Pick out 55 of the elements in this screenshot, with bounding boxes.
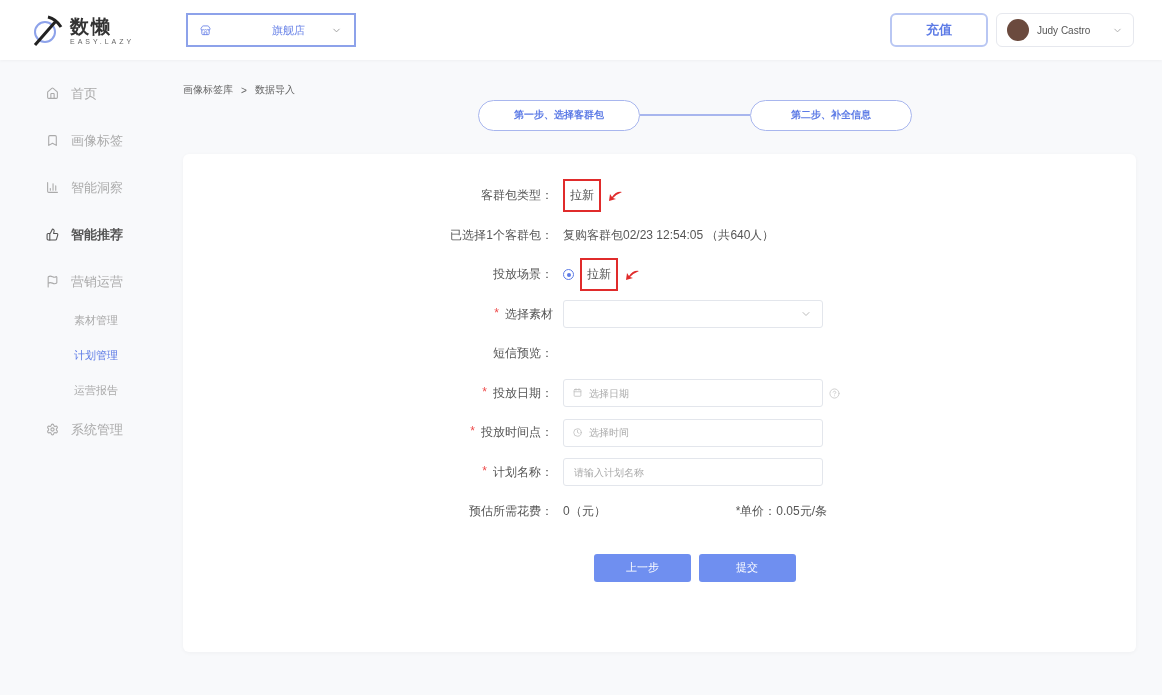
form-button[interactable]: 上一步	[593, 553, 691, 582]
required-mark: *	[482, 384, 487, 401]
sidebar-subitem[interactable]: 素材管理	[46, 313, 170, 330]
settings-icon	[46, 423, 59, 436]
logo-name: 数懒	[70, 15, 113, 38]
sidebar-subitem[interactable]: 运营报告	[46, 383, 170, 400]
bookmark-icon	[46, 134, 59, 147]
step-indicator: 第二步、补全信息	[749, 99, 912, 131]
clock-icon	[573, 427, 582, 437]
radio-label: 拉新	[580, 258, 618, 292]
avatar	[1007, 19, 1029, 41]
store-selector[interactable]: 旗舰店	[186, 13, 356, 47]
required-mark: *	[494, 305, 499, 322]
flag-icon	[46, 275, 59, 288]
field-label: 投放时间点：	[481, 424, 553, 442]
cost-value: 0（元）	[563, 503, 606, 521]
field-label: 已选择1个客群包：	[450, 226, 553, 244]
field-label: 短信预览：	[493, 345, 553, 363]
required-mark: *	[482, 463, 487, 480]
step-indicator: 第一步、选择客群包	[477, 99, 640, 131]
breadcrumb-link[interactable]: 画像标签库	[183, 83, 233, 97]
sidebar-subitem[interactable]: 计划管理	[46, 348, 170, 365]
field-label: 选择素材	[505, 305, 553, 323]
field-label: 投放日期：	[493, 384, 553, 402]
home-icon	[46, 87, 59, 100]
thumbs-up-icon	[46, 228, 59, 241]
annotation-arrow-icon	[624, 268, 640, 281]
input-field[interactable]: 选择时间	[563, 418, 823, 447]
field-value: 复购客群包02/23 12:54:05 （共640人）	[563, 226, 775, 244]
form-button[interactable]: 提交	[698, 553, 796, 582]
calendar-icon	[573, 388, 582, 398]
breadcrumb-separator: >	[241, 84, 247, 96]
sidebar-item[interactable]: 智能洞察	[46, 176, 170, 199]
breadcrumb-link[interactable]: 数据导入	[254, 83, 295, 97]
field-label: 客群包类型：	[481, 187, 553, 205]
recharge-button[interactable]: 充值	[890, 13, 988, 47]
store-icon	[200, 24, 211, 36]
bar-chart-icon	[46, 181, 59, 194]
required-mark: *	[470, 424, 475, 441]
field-label: 预估所需花费：	[469, 503, 553, 521]
field-label: 投放场景：	[493, 266, 553, 284]
input-field[interactable]: 选择日期	[563, 379, 823, 408]
sidebar-item[interactable]: 智能推荐	[46, 223, 170, 246]
select-field[interactable]	[563, 300, 823, 329]
input-field[interactable]: 请输入计划名称	[563, 458, 823, 487]
sidebar-item[interactable]: 画像标签	[46, 129, 170, 152]
annotation-arrow-icon	[607, 189, 623, 202]
field-value: 拉新	[563, 179, 601, 213]
help-icon[interactable]	[829, 387, 840, 399]
field-label: 计划名称：	[493, 463, 553, 481]
user-menu-button[interactable]: Judy Castro	[996, 13, 1134, 47]
sidebar-item[interactable]: 系统管理	[46, 418, 170, 441]
unit-price-note: *单价：0.05元/条	[735, 503, 828, 521]
sidebar-item[interactable]: 首页	[46, 82, 170, 105]
sidebar-item[interactable]: 营销运营	[46, 270, 170, 293]
